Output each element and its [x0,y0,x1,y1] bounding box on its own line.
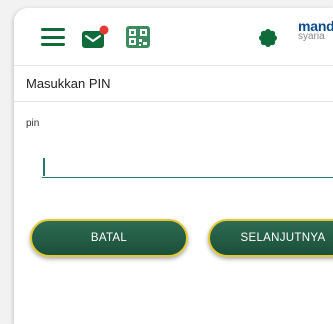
cancel-button[interactable]: BATAL [30,219,188,257]
menu-icon[interactable] [41,28,65,46]
mail-icon[interactable] [81,25,111,51]
page-title-bar: Masukkan PIN [14,65,333,102]
qr-code-icon[interactable] [124,25,152,49]
next-button[interactable]: SELANJUTNYA [208,219,333,257]
notification-dot-icon [99,25,109,35]
app-window: mand syaria Masukkan PIN pin BATAL SELAN… [14,8,333,324]
pin-input[interactable] [42,156,333,178]
page-title: Masukkan PIN [26,76,111,91]
text-cursor [43,158,45,176]
app-header: mand syaria [14,8,333,66]
pin-label: pin [26,118,40,129]
brand-logo: mand syaria [298,19,333,42]
flower-logo-icon [259,29,277,47]
